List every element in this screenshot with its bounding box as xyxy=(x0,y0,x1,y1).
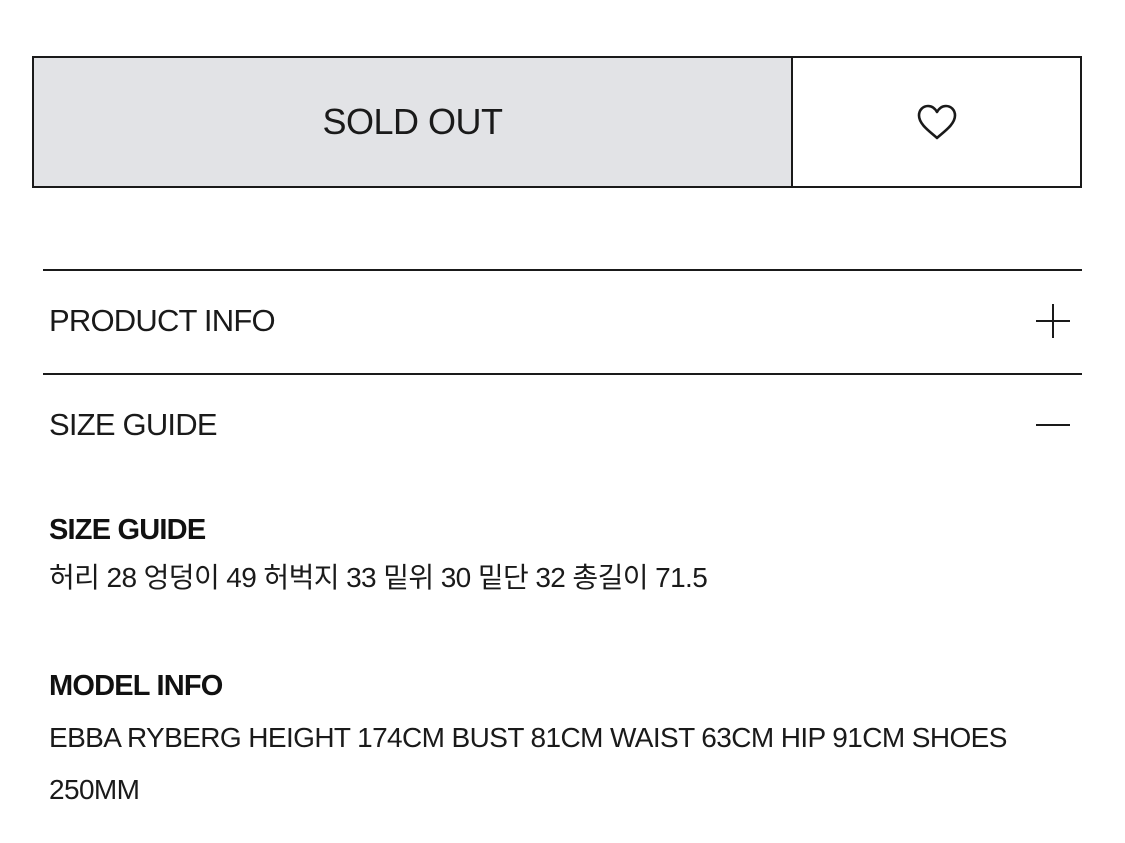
size-guide-measurements: 허리 28 엉덩이 49 허벅지 33 밑위 30 밑단 32 총길이 71.5 xyxy=(49,562,708,593)
model-info-heading: MODEL INFO xyxy=(49,670,223,702)
wishlist-button[interactable] xyxy=(793,58,1080,186)
size-guide-heading: SIZE GUIDE xyxy=(49,514,206,546)
accordion-product-info-label: PRODUCT INFO xyxy=(49,303,276,338)
model-info-text: EBBA RYBERG HEIGHT 174CM BUST 81CM WAIST… xyxy=(49,722,1007,805)
accordion-size-guide[interactable]: SIZE GUIDE xyxy=(43,373,1082,475)
model-info-section: MODEL INFO EBBA RYBERG HEIGHT 174CM BUST… xyxy=(49,666,1049,816)
purchase-action-bar: SOLD OUT xyxy=(32,56,1082,188)
size-guide-section: SIZE GUIDE 허리 28 엉덩이 49 허벅지 33 밑위 30 밑단 … xyxy=(49,510,1049,598)
accordion-product-info[interactable]: PRODUCT INFO xyxy=(43,269,1082,371)
accordion-size-guide-label: SIZE GUIDE xyxy=(49,407,218,442)
heart-icon xyxy=(917,104,956,140)
sold-out-button[interactable]: SOLD OUT xyxy=(34,58,793,186)
minus-icon[interactable] xyxy=(1036,408,1070,442)
plus-icon[interactable] xyxy=(1036,304,1070,338)
